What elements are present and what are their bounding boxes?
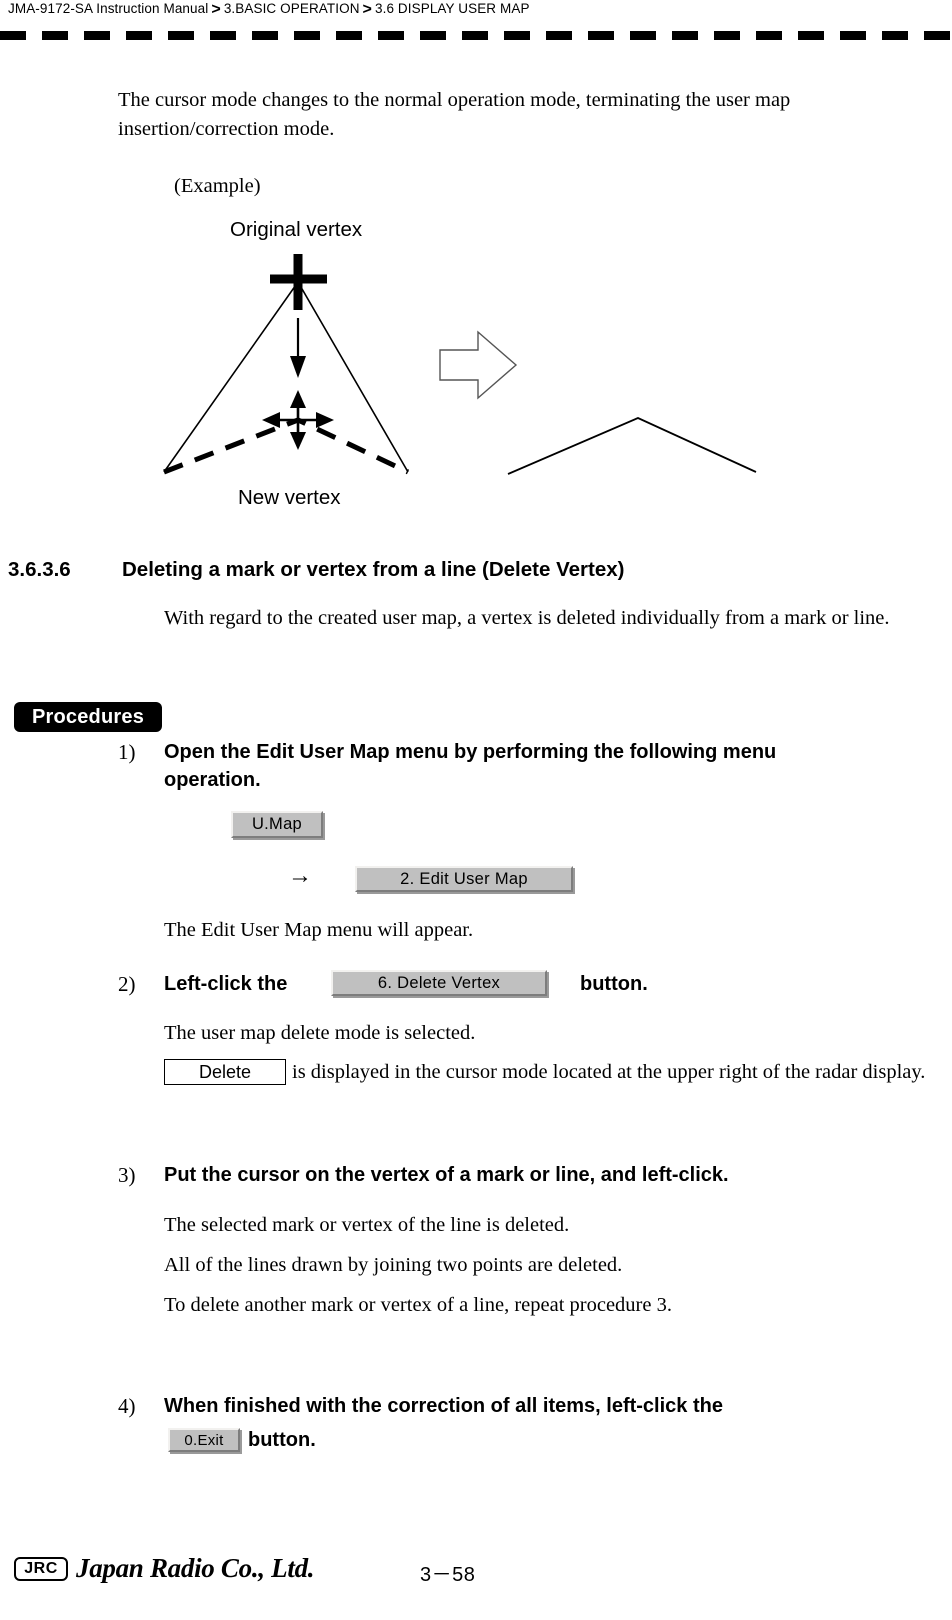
diagram-canvas — [163, 254, 757, 475]
section-title: Deleting a mark or vertex from a line (D… — [122, 558, 625, 581]
step-1-title-line1: Open the Edit User Map menu by performin… — [164, 741, 777, 763]
section-description: With regard to the created user map, a v… — [164, 607, 890, 629]
step-2-result-2: is displayed in the cursor mode located … — [292, 1061, 926, 1083]
delete-cursor-mode-indicator: Delete — [164, 1059, 286, 1085]
step-3-result-1: The selected mark or vertex of the line … — [164, 1214, 570, 1236]
original-line-shape — [163, 280, 409, 473]
step-2-title-prefix: Left-click the — [164, 973, 288, 995]
step-2-title-suffix: button. — [580, 973, 648, 995]
step-1-result: The Edit User Map menu will appear. — [164, 919, 474, 941]
four-way-move-cursor — [262, 390, 334, 450]
new-vertex-label: New vertex — [238, 486, 341, 509]
section-number: 3.6.3.6 — [8, 558, 71, 581]
breadcrumb-item-section: 3.6 DISPLAY USER MAP — [375, 1, 530, 16]
step-3-result-3: To delete another mark or vertex of a li… — [164, 1294, 672, 1316]
company-name: Japan Radio Co., Ltd. — [76, 1553, 315, 1583]
exit-menu-button[interactable]: 0.Exit — [168, 1428, 240, 1452]
step-2-number: 2) — [118, 972, 136, 996]
breadcrumb: JMA-9172-SA Instruction Manual >3.BASIC O… — [8, 1, 530, 19]
step-3-result-2: All of the lines drawn by joining two po… — [164, 1254, 623, 1276]
vertex-correction-diagram: Original vertex New vertex — [120, 200, 860, 530]
original-vertex-label: Original vertex — [230, 218, 363, 241]
breadcrumb-separator-1: > — [211, 1, 221, 18]
menu-path-arrow: → — [288, 863, 312, 889]
breadcrumb-separator-2: > — [362, 1, 372, 18]
hollow-right-arrow-icon — [439, 330, 518, 400]
example-label: (Example) — [174, 175, 261, 197]
delete-vertex-menu-button[interactable]: 6. Delete Vertex — [331, 970, 547, 996]
page-number: 3－58 — [420, 1564, 476, 1586]
step-1-number: 1) — [118, 740, 136, 764]
new-line-shape-dashed — [163, 417, 410, 475]
step-1-title-line2: operation. — [164, 769, 261, 791]
breadcrumb-item-manual: JMA-9172-SA Instruction Manual — [8, 1, 209, 16]
page-header: JMA-9172-SA Instruction Manual >3.BASIC O… — [0, 0, 952, 46]
result-line-shape — [507, 417, 757, 475]
step-3-title: Put the cursor on the vertex of a mark o… — [164, 1164, 729, 1186]
original-vertex-cross-cursor — [270, 254, 327, 310]
u-map-button[interactable]: U.Map — [231, 811, 323, 838]
step-3-number: 3) — [118, 1163, 136, 1187]
breadcrumb-item-chapter: 3.BASIC OPERATION — [223, 1, 360, 16]
step-4-title-suffix: button. — [248, 1429, 316, 1451]
header-dashed-rule — [0, 31, 952, 40]
step-4-title-line1: When finished with the correction of all… — [164, 1395, 723, 1417]
move-down-arrow — [290, 318, 306, 378]
jrc-logo-icon: JRC — [14, 1557, 68, 1581]
edit-user-map-menu-button[interactable]: 2. Edit User Map — [355, 866, 573, 892]
procedures-badge: Procedures — [14, 702, 162, 732]
step-4-number: 4) — [118, 1394, 136, 1418]
intro-paragraph: The cursor mode changes to the normal op… — [118, 89, 791, 140]
page-footer: JRC Japan Radio Co., Ltd. 3－58 — [0, 1553, 952, 1606]
step-2-result-1: The user map delete mode is selected. — [164, 1022, 476, 1044]
